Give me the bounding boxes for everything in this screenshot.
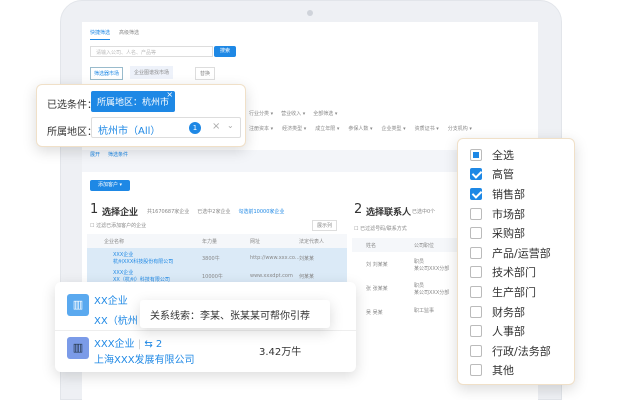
- checklist-option[interactable]: 行政/法务部: [470, 341, 574, 361]
- contact-row[interactable]: 吴 吴某 职工监事: [354, 304, 464, 326]
- step-number: 1: [90, 202, 99, 217]
- option-label: 产品/运营部: [492, 246, 551, 260]
- option-label: 技术部门: [492, 266, 536, 280]
- dropdown[interactable]: 资质证书 ▾: [415, 125, 439, 132]
- dropdown[interactable]: 成立年限 ▾: [315, 125, 339, 132]
- checkbox[interactable]: [470, 227, 482, 240]
- dropdown[interactable]: 行业分类 ▾: [249, 110, 273, 117]
- table-header: 企业名称 年力量 网址 法定代表人: [87, 234, 347, 248]
- replace-button[interactable]: 替换: [195, 67, 216, 80]
- department-checklist: 全选高管销售部市场部采购部产品/运营部 技术部门生产部门财务部人事部行政/法务部其…: [457, 138, 575, 385]
- checkbox[interactable]: [470, 207, 482, 220]
- region-filter-popup: 已选条件： 所属地区：杭州市 × 所属地区： 杭州市（All） 1 × ⌄: [36, 84, 246, 147]
- region-label: 所属地区：: [47, 127, 97, 138]
- region-tag[interactable]: 所属地区：杭州市 ×: [91, 90, 176, 112]
- checklist-option[interactable]: 采购部: [470, 223, 574, 243]
- search-input[interactable]: 请输入公司、人名、产品等: [90, 46, 213, 57]
- relation-icon[interactable]: ⇆: [144, 339, 152, 350]
- filter-links: 展开 筛选条件: [90, 151, 128, 158]
- company-value: 3.42万牛: [259, 347, 302, 358]
- option-label: 高管: [492, 168, 514, 182]
- section-title: 选择联系人: [366, 208, 412, 218]
- option-label: 销售部: [492, 187, 525, 201]
- dropdown[interactable]: 参保人数 ▾: [348, 125, 372, 132]
- select-top-link[interactable]: 勾选前10000家企业: [238, 208, 284, 215]
- company-full-name[interactable]: XX（杭州: [94, 312, 138, 327]
- company-name-link[interactable]: XX企业: [94, 292, 128, 307]
- section-stats: 共1670687家企业 已选中2家企业 勾选前10000家企业: [147, 208, 285, 215]
- option-label: 全选: [492, 148, 514, 162]
- region-select[interactable]: 杭州市（All） 1 × ⌄: [91, 117, 241, 138]
- checklist-option[interactable]: 人事部: [470, 321, 574, 341]
- checkbox[interactable]: [470, 285, 482, 298]
- company-full-name[interactable]: 上海XXX发展有限公司: [94, 351, 195, 366]
- filter-contacts-checkbox[interactable]: ☐ 已过滤号码/联系方式: [354, 225, 407, 232]
- option-label: 行政/法务部: [492, 344, 551, 358]
- building-icon: ▥: [67, 337, 89, 359]
- checklist-option[interactable]: 销售部: [470, 184, 574, 204]
- checkbox[interactable]: [470, 305, 482, 318]
- expand-link[interactable]: 展开: [90, 151, 100, 158]
- option-label: 人事部: [492, 325, 525, 339]
- tab-advanced[interactable]: 高级筛选: [119, 29, 139, 36]
- dropdown[interactable]: 经济类型 ▾: [282, 125, 306, 132]
- company-card: ▥ XX企业 XX（杭州 ▥ XXX企业 | ⇆ 2 上海XXX发展有限公司 3…: [55, 282, 356, 372]
- option-label: 市场部: [492, 207, 525, 221]
- dropdown[interactable]: 企业类型 ▾: [382, 125, 406, 132]
- contact-row[interactable]: 刘 刘某某 职员 某公司XXX分部: [354, 256, 464, 278]
- checkbox[interactable]: [470, 187, 482, 200]
- dropdown[interactable]: 分支机构 ▾: [448, 125, 472, 132]
- checklist-option[interactable]: 技术部门: [470, 263, 574, 283]
- checkbox[interactable]: [470, 266, 482, 279]
- option-label: 采购部: [492, 227, 525, 241]
- chevron-down-icon[interactable]: ⌄: [227, 121, 234, 130]
- dropdown[interactable]: 全部筛选 ▾: [313, 110, 337, 117]
- graph-market-button[interactable]: 企业图谱找市场: [130, 66, 174, 79]
- checkbox[interactable]: [470, 344, 482, 357]
- count-badge: 1: [189, 122, 201, 134]
- checklist-option[interactable]: 生产部门: [470, 282, 574, 302]
- filter-added-checkbox[interactable]: ☐ 过滤已添加客户的企业: [90, 222, 146, 229]
- checklist-option[interactable]: 高管: [470, 165, 574, 185]
- checkbox[interactable]: [470, 364, 482, 377]
- clear-icon[interactable]: ×: [212, 121, 220, 132]
- close-icon[interactable]: ×: [166, 90, 173, 99]
- section-title: 选择企业: [102, 208, 139, 218]
- filter-row2: 注册资本 ▾ 经济类型 ▾ 成立年限 ▾ 参保人数 ▾ 企业类型 ▾ 资质证书 …: [249, 125, 472, 132]
- step-number: 2: [354, 202, 363, 217]
- search-button[interactable]: 搜索: [214, 46, 236, 57]
- contacts-selected: 已选中0个: [412, 209, 436, 215]
- checklist-option[interactable]: 市场部: [470, 204, 574, 224]
- checklist-option[interactable]: 全选: [470, 145, 574, 165]
- checkbox[interactable]: [470, 148, 482, 161]
- relation-tooltip: 关系线索：李某、张某某可帮你引荐: [140, 300, 330, 328]
- contact-row[interactable]: 张 张某某 职员 某公司XXX分部: [354, 280, 464, 302]
- company-name-link[interactable]: XXX企业 | ⇆ 2: [94, 335, 162, 350]
- option-label: 生产部门: [492, 285, 536, 299]
- divider: [55, 330, 356, 331]
- option-label: 财务部: [492, 305, 525, 319]
- conditions-link[interactable]: 筛选条件: [108, 151, 128, 158]
- dropdown[interactable]: 注册资本 ▾: [249, 125, 273, 132]
- checkbox[interactable]: [470, 168, 482, 181]
- selected-label: 已选条件：: [47, 100, 97, 111]
- display-columns-button[interactable]: 展示列: [312, 220, 338, 231]
- filter-market-button[interactable]: 筛选器市场: [90, 67, 124, 80]
- camera-icon: [307, 10, 313, 16]
- option-label: 其他: [492, 364, 514, 378]
- checklist-option[interactable]: 产品/运营部: [470, 243, 574, 263]
- checkbox[interactable]: [470, 325, 482, 338]
- checklist-option[interactable]: 其他: [470, 361, 574, 381]
- building-icon: ▥: [67, 294, 89, 316]
- contacts-header: 姓名 公司职位: [352, 238, 472, 252]
- dropdown[interactable]: 营业收入 ▾: [281, 110, 305, 117]
- tab-quick[interactable]: 快捷筛选: [90, 29, 111, 40]
- checklist-option[interactable]: 财务部: [470, 302, 574, 322]
- filter-row1: 行业分类 ▾ 营业收入 ▾ 全部筛选 ▾: [249, 110, 337, 117]
- add-customer-button[interactable]: 添加客户 ▾: [90, 180, 130, 191]
- checkbox[interactable]: [470, 246, 482, 259]
